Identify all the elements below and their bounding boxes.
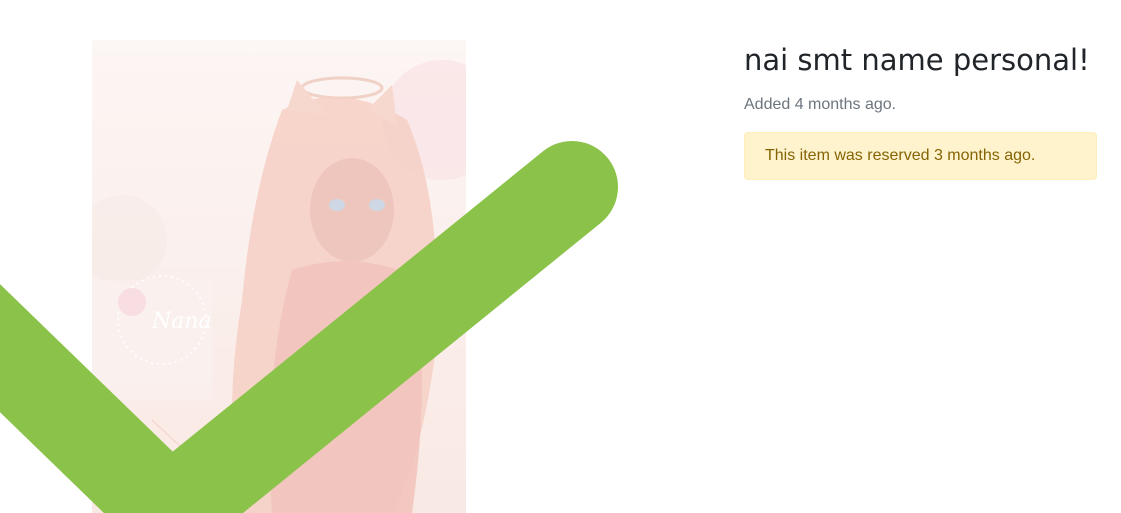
reserved-alert-text: This item was reserved 3 months ago. bbox=[765, 147, 1036, 164]
item-details: nai smt name personal! Added 4 months ag… bbox=[744, 40, 1121, 180]
item-image[interactable]: Nana bbox=[92, 40, 466, 513]
reserved-alert: This item was reserved 3 months ago. bbox=[744, 132, 1097, 180]
added-date: Added 4 months ago. bbox=[744, 96, 897, 113]
image-fade bbox=[92, 40, 466, 513]
item-title: nai smt name personal! bbox=[744, 43, 1090, 77]
item-page: Nana nai smt name personal! Added 4 mont… bbox=[0, 0, 1121, 513]
